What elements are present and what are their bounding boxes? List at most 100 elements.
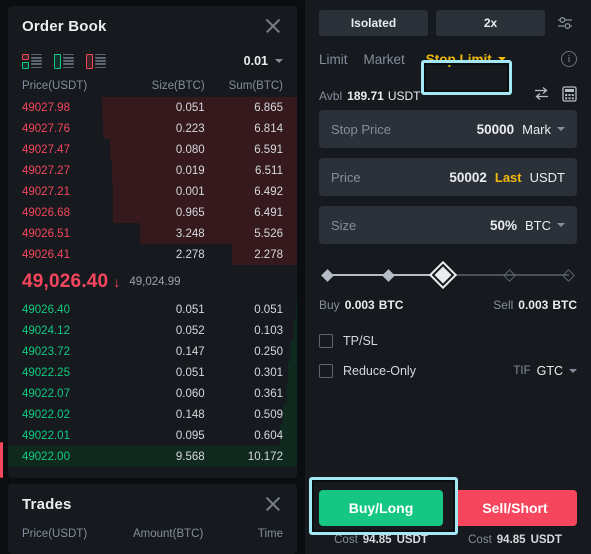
orderbook-layout-asks-icon[interactable] (86, 53, 106, 69)
order-book-row[interactable]: 49022.00 9.568 10.172 (8, 446, 297, 467)
depth-bar (294, 320, 297, 341)
row-sum: 6.511 (255, 164, 283, 177)
reduce-only-checkbox[interactable] (319, 364, 333, 378)
info-icon[interactable]: i (561, 51, 577, 67)
order-book-row[interactable]: 49027.21 0.001 6.492 (8, 181, 297, 202)
row-sum: 0.361 (254, 387, 283, 400)
order-book-header: Order Book (8, 6, 297, 46)
orderbook-layout-bids-icon[interactable] (54, 53, 74, 69)
balance-actions (533, 85, 577, 107)
sell-cost-row: Cost 94.85 USDT (453, 526, 577, 554)
order-book-column-headers: Price(USDT) Size(BTC) Sum(BTC) (8, 76, 297, 97)
row-size: 2.278 (175, 248, 205, 261)
available-balance-row: Avbl 189.71 USDT (319, 82, 577, 110)
sell-cost-currency: USDT (530, 534, 562, 546)
row-price: 49022.25 (22, 366, 70, 379)
slider-node-100[interactable] (562, 268, 575, 282)
order-book-row[interactable]: 49022.25 0.051 0.301 (8, 362, 297, 383)
row-sum: 0.250 (254, 345, 283, 358)
trading-interface: Order Book 0.01 Price(USDT) Size(BTC) Su… (0, 0, 591, 554)
buy-column: Buy/Long Cost 94.85 USDT (319, 490, 443, 554)
tick-size-selector[interactable]: 0.01 (244, 54, 283, 68)
swap-icon[interactable] (533, 86, 550, 106)
row-price: 49022.07 (22, 387, 70, 400)
order-book-row[interactable]: 49026.51 3.248 5.526 (8, 223, 297, 244)
row-size: 3.248 (175, 227, 205, 240)
tif-selector[interactable]: TIF GTC (513, 364, 577, 378)
row-sum: 5.526 (254, 227, 283, 240)
row-size: 0.051 (175, 101, 205, 114)
column-header-time: Time (257, 528, 283, 540)
row-price: 49026.41 (22, 248, 70, 261)
column-header-size: Size(BTC) (151, 80, 205, 92)
order-book-row[interactable]: 49027.98 0.051 6.865 (8, 97, 297, 118)
order-book-row[interactable]: 49023.72 0.147 0.250 (8, 341, 297, 362)
sell-short-button[interactable]: Sell/Short (453, 490, 577, 526)
row-size: 0.060 (175, 387, 205, 400)
close-icon[interactable] (263, 494, 283, 514)
size-field[interactable]: Size 50% BTC (319, 206, 577, 244)
order-book-row[interactable]: 49027.27 0.019 6.511 (8, 160, 297, 181)
reduce-only-row: Reduce-Only TIF GTC (319, 356, 577, 386)
order-book-row[interactable]: 49024.12 0.052 0.103 (8, 320, 297, 341)
sell-qty-group: Sell 0.003 BTC (493, 298, 577, 312)
order-book-row[interactable]: 49022.01 0.095 0.604 (8, 425, 297, 446)
row-sum: 6.814 (254, 122, 283, 135)
row-sum: 6.865 (254, 101, 283, 114)
orderbook-scroll-indicator[interactable] (0, 442, 3, 478)
order-book-row[interactable]: 49027.76 0.223 6.814 (8, 118, 297, 139)
row-price: 49022.01 (22, 429, 70, 442)
slider-handle[interactable] (431, 263, 455, 287)
sell-qty-value: 0.003 (518, 298, 549, 312)
row-size: 0.052 (175, 324, 205, 337)
column-header-sum: Sum(BTC) (228, 80, 283, 92)
tab-limit[interactable]: Limit (319, 52, 348, 67)
stop-price-trigger-type[interactable]: Mark (522, 122, 551, 137)
available-currency: USDT (387, 89, 421, 103)
stop-price-field[interactable]: Stop Price 50000 Mark (319, 110, 577, 148)
row-price: 49024.12 (22, 324, 70, 337)
price-label: Price (331, 169, 361, 185)
leverage-button[interactable]: 2x (436, 10, 545, 36)
order-book-toolbar: 0.01 (8, 46, 297, 76)
price-value: 50002 (449, 169, 487, 185)
sliders-icon[interactable] (553, 10, 577, 36)
slider-node-25[interactable] (381, 268, 395, 282)
trades-title: Trades (22, 495, 72, 513)
sell-column: Sell/Short Cost 94.85 USDT (453, 490, 577, 554)
trades-column-headers: Price(USDT) Amount(BTC) Time (8, 524, 297, 540)
buy-qty-value: 0.003 (344, 298, 375, 312)
price-field[interactable]: Price 50002 Last USDT (319, 158, 577, 196)
calculator-icon[interactable] (562, 85, 577, 107)
order-book-row[interactable]: 49026.68 0.965 6.491 (8, 202, 297, 223)
size-slider[interactable] (319, 258, 577, 292)
order-book-row[interactable]: 49022.07 0.060 0.361 (8, 383, 297, 404)
chevron-down-icon (497, 57, 506, 61)
orderbook-layout-both-icon[interactable] (22, 53, 42, 69)
chevron-down-icon (557, 223, 565, 227)
order-book-row[interactable]: 49027.47 0.080 6.591 (8, 139, 297, 160)
tab-market[interactable]: Market (364, 52, 405, 67)
trades-panel: Trades Price(USDT) Amount(BTC) Time (8, 484, 297, 554)
tab-stop-limit[interactable]: Stop Limit (421, 49, 511, 70)
buy-long-button[interactable]: Buy/Long (319, 490, 443, 526)
margin-mode-button[interactable]: Isolated (319, 10, 428, 36)
slider-node-0[interactable] (321, 268, 334, 282)
row-price: 49027.21 (22, 185, 70, 198)
slider-node-75[interactable] (502, 268, 516, 282)
order-form-panel: Isolated 2x Limit Market Stop Limit i Av… (305, 0, 591, 554)
order-book-row[interactable]: 49026.41 2.278 2.278 (8, 244, 297, 265)
row-sum: 0.604 (254, 429, 283, 442)
size-unit[interactable]: BTC (525, 218, 551, 233)
order-book-row[interactable]: 49026.40 0.051 0.051 (8, 299, 297, 320)
close-icon[interactable] (263, 16, 283, 36)
row-size: 0.223 (175, 122, 205, 135)
order-book-row[interactable]: 49022.02 0.148 0.509 (8, 404, 297, 425)
price-reference-type[interactable]: Last (495, 170, 522, 185)
row-price: 49026.51 (22, 227, 70, 240)
buy-cost-row: Cost 94.85 USDT (319, 526, 443, 554)
tpsl-checkbox[interactable] (319, 334, 333, 348)
row-sum: 6.492 (254, 185, 283, 198)
row-sum: 0.509 (254, 408, 283, 421)
buy-cost-currency: USDT (396, 534, 428, 546)
